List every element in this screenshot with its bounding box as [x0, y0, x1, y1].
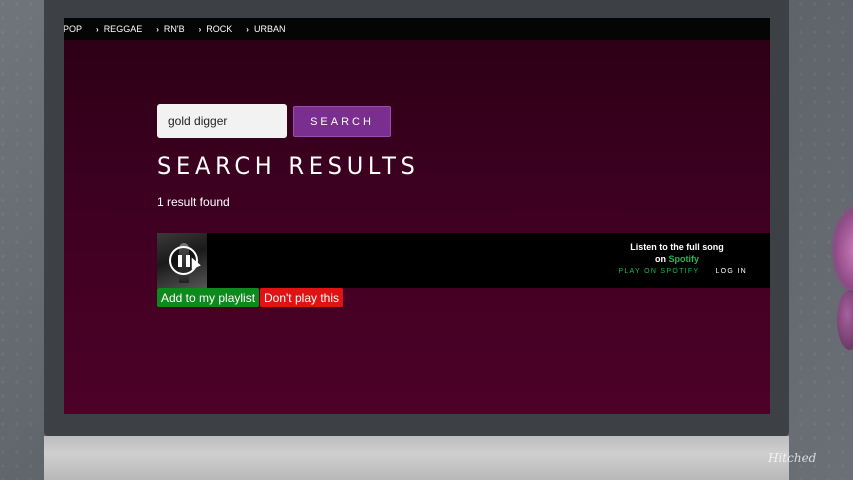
spotify-brand: Spotify — [668, 254, 700, 264]
dont-play-button[interactable]: Don't play this — [260, 288, 343, 307]
watermark-logo: Hitched — [768, 451, 817, 465]
pause-bar — [177, 254, 182, 267]
genre-item-pop[interactable]: POP — [64, 24, 82, 34]
chevron-right-icon: › — [246, 24, 249, 34]
genre-item-rock[interactable]: › ROCK — [199, 24, 233, 34]
results-count: 1 result found — [157, 195, 230, 209]
genre-nav: POP › REGGAE › RN'B › ROCK › URBAN — [64, 18, 770, 40]
promo-line2: on Spotify — [622, 253, 732, 265]
page-title: SEARCH RESULTS — [157, 152, 420, 180]
chevron-right-icon: › — [96, 24, 99, 34]
genre-item-rnb[interactable]: › RN'B — [156, 24, 184, 34]
promo-line1: Listen to the full song — [630, 242, 724, 252]
login-link[interactable]: LOG IN — [715, 268, 747, 275]
genre-item-urban[interactable]: › URBAN — [246, 24, 285, 34]
spotify-links: PLAY ON SPOTIFY LOG IN — [618, 268, 747, 275]
spotify-promo: Listen to the full song on Spotify — [622, 241, 732, 265]
spotify-player: Listen to the full song on Spotify PLAY … — [157, 233, 770, 288]
laptop-base — [44, 436, 789, 480]
chevron-right-icon: › — [156, 24, 159, 34]
add-to-playlist-button[interactable]: Add to my playlist — [157, 288, 260, 307]
app-screen: POP › REGGAE › RN'B › ROCK › URBAN gold … — [64, 18, 770, 414]
search-input-value: gold digger — [168, 114, 228, 128]
genre-label: ROCK — [206, 24, 233, 34]
album-art — [157, 233, 207, 288]
genre-label: REGGAE — [103, 24, 143, 34]
genre-label: RN'B — [163, 24, 185, 34]
search-button[interactable]: SEARCH — [293, 106, 391, 137]
genre-label: POP — [64, 24, 83, 34]
decorative-flower-stem — [837, 290, 853, 350]
play-on-spotify-link[interactable]: PLAY ON SPOTIFY — [618, 268, 699, 275]
genre-label: URBAN — [253, 24, 286, 34]
chevron-right-icon: › — [198, 24, 202, 34]
search-input[interactable]: gold digger — [157, 104, 287, 138]
genre-item-reggae[interactable]: › REGGAE — [96, 24, 142, 34]
promo-on: on — [654, 254, 666, 264]
decorative-flower — [831, 205, 853, 295]
